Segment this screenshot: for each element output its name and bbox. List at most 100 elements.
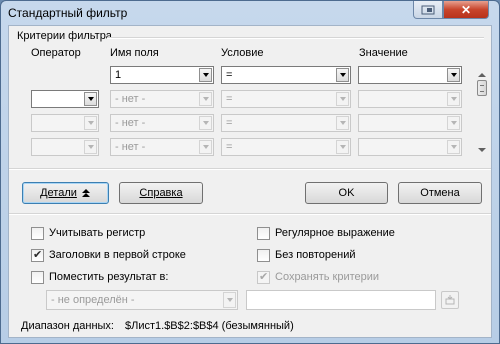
value-combo-2[interactable]: [358, 90, 462, 108]
condition-select-1[interactable]: =: [221, 66, 351, 84]
chevron-down-icon: [339, 121, 346, 125]
copy-results-label[interactable]: Поместить результат в:: [49, 271, 168, 283]
case-sensitive-label[interactable]: Учитывать регистр: [49, 227, 145, 239]
result-target-input[interactable]: [246, 290, 436, 310]
condition-value: =: [226, 93, 233, 105]
chevron-down-icon: [450, 145, 457, 149]
no-duplicates-checkbox[interactable]: [257, 249, 270, 262]
chevron-down-icon: [450, 97, 457, 101]
chevron-down-icon: [450, 73, 457, 77]
details-button-label: Детали: [40, 187, 77, 199]
result-target-select[interactable]: - не определён -: [46, 290, 238, 310]
details-button[interactable]: Детали: [22, 182, 109, 204]
dropdown-button[interactable]: [336, 92, 349, 106]
field-name-select-4[interactable]: - нет -: [110, 138, 214, 156]
dropdown-button[interactable]: [84, 140, 97, 154]
chevron-down-icon: [226, 298, 233, 302]
dropdown-button[interactable]: [336, 68, 349, 82]
column-header-condition: Условие: [221, 47, 264, 59]
chevron-down-icon: [202, 97, 209, 101]
headers-first-row-checkbox[interactable]: [31, 248, 44, 262]
window-title: Стандартный фильтр: [8, 6, 128, 20]
condition-select-2[interactable]: =: [221, 90, 351, 108]
criteria-scrollbar[interactable]: [475, 70, 490, 156]
chevron-down-icon: [202, 121, 209, 125]
field-name-value: - нет -: [115, 141, 146, 153]
window-menu-button[interactable]: [413, 1, 443, 19]
window-icon: [421, 5, 435, 14]
result-target-value: - не определён -: [51, 294, 135, 306]
chevron-down-icon: [450, 121, 457, 125]
field-name-select-1[interactable]: 1: [110, 66, 214, 84]
scroll-down-icon[interactable]: [478, 148, 486, 152]
value-combo-4[interactable]: [358, 138, 462, 156]
headers-first-row-label[interactable]: Заголовки в первой строке: [49, 249, 186, 261]
dropdown-button[interactable]: [199, 140, 212, 154]
help-button[interactable]: Справка: [119, 182, 203, 204]
value-combo-1[interactable]: [358, 66, 462, 84]
data-range-label: Диапазон данных:: [21, 320, 114, 332]
scrollbar-thumb[interactable]: [477, 80, 487, 96]
chevron-down-icon: [87, 97, 94, 101]
no-duplicates-label[interactable]: Без повторений: [275, 249, 356, 261]
field-name-value: - нет -: [115, 93, 146, 105]
field-name-select-3[interactable]: - нет -: [110, 114, 214, 132]
close-button[interactable]: ✕: [443, 1, 489, 19]
keep-criteria-label[interactable]: Сохранять критерии: [275, 271, 379, 283]
dropdown-button[interactable]: [447, 92, 460, 106]
condition-select-4[interactable]: =: [221, 138, 351, 156]
operator-select-4[interactable]: [31, 138, 99, 156]
standard-filter-dialog: Стандартный фильтр ✕ Критерии фильтра Оп…: [0, 0, 500, 344]
condition-value: =: [226, 69, 233, 81]
ok-button[interactable]: OK: [305, 182, 388, 204]
dropdown-button[interactable]: [84, 92, 97, 106]
column-header-value: Значение: [359, 47, 408, 59]
dropdown-button[interactable]: [84, 116, 97, 130]
shrink-icon: [445, 295, 455, 305]
field-name-value: 1: [115, 69, 122, 81]
shrink-button[interactable]: [441, 291, 459, 309]
dropdown-button[interactable]: [336, 140, 349, 154]
title-bar: Стандартный фильтр ✕: [1, 1, 499, 25]
chevron-down-icon: [339, 73, 346, 77]
dropdown-button[interactable]: [447, 116, 460, 130]
dropdown-button[interactable]: [199, 92, 212, 106]
double-chevron-up-icon: [81, 189, 90, 197]
help-button-label: Справка: [139, 187, 183, 199]
ok-button-label: OK: [338, 187, 355, 199]
value-combo-3[interactable]: [358, 114, 462, 132]
chevron-down-icon: [202, 73, 209, 77]
condition-select-3[interactable]: =: [221, 114, 351, 132]
data-range-value: $Лист1.$B$2:$B$4 (безымянный): [125, 320, 294, 332]
copy-results-checkbox[interactable]: [31, 271, 44, 284]
column-header-operator: Оператор: [31, 47, 81, 59]
dropdown-button[interactable]: [199, 68, 212, 82]
dropdown-button[interactable]: [447, 140, 460, 154]
condition-value: =: [226, 141, 233, 153]
chevron-down-icon: [339, 97, 346, 101]
chevron-down-icon: [87, 121, 94, 125]
dropdown-button[interactable]: [447, 68, 460, 82]
dropdown-button[interactable]: [223, 292, 236, 308]
criteria-section-title: Критерии фильтра: [17, 30, 112, 42]
case-sensitive-checkbox[interactable]: [31, 227, 44, 240]
scroll-up-icon[interactable]: [478, 73, 486, 77]
field-name-value: - нет -: [115, 117, 146, 129]
operator-select-3[interactable]: [31, 114, 99, 132]
close-icon: ✕: [460, 2, 472, 17]
field-name-select-2[interactable]: - нет -: [110, 90, 214, 108]
regex-label[interactable]: Регулярное выражение: [275, 227, 395, 239]
dialog-body: Критерии фильтра Оператор Имя поля Услов…: [8, 25, 492, 338]
dropdown-button[interactable]: [199, 116, 212, 130]
operator-select-2[interactable]: [31, 90, 99, 108]
column-header-field-name: Имя поля: [110, 47, 159, 59]
options-divider: [9, 213, 491, 215]
cancel-button-label: Отмена: [420, 187, 460, 199]
keep-criteria-checkbox[interactable]: [257, 270, 270, 284]
condition-value: =: [226, 117, 233, 129]
criteria-divider: [107, 37, 484, 39]
regex-checkbox[interactable]: [257, 227, 270, 240]
chevron-down-icon: [87, 145, 94, 149]
dropdown-button[interactable]: [336, 116, 349, 130]
cancel-button[interactable]: Отмена: [398, 182, 482, 204]
